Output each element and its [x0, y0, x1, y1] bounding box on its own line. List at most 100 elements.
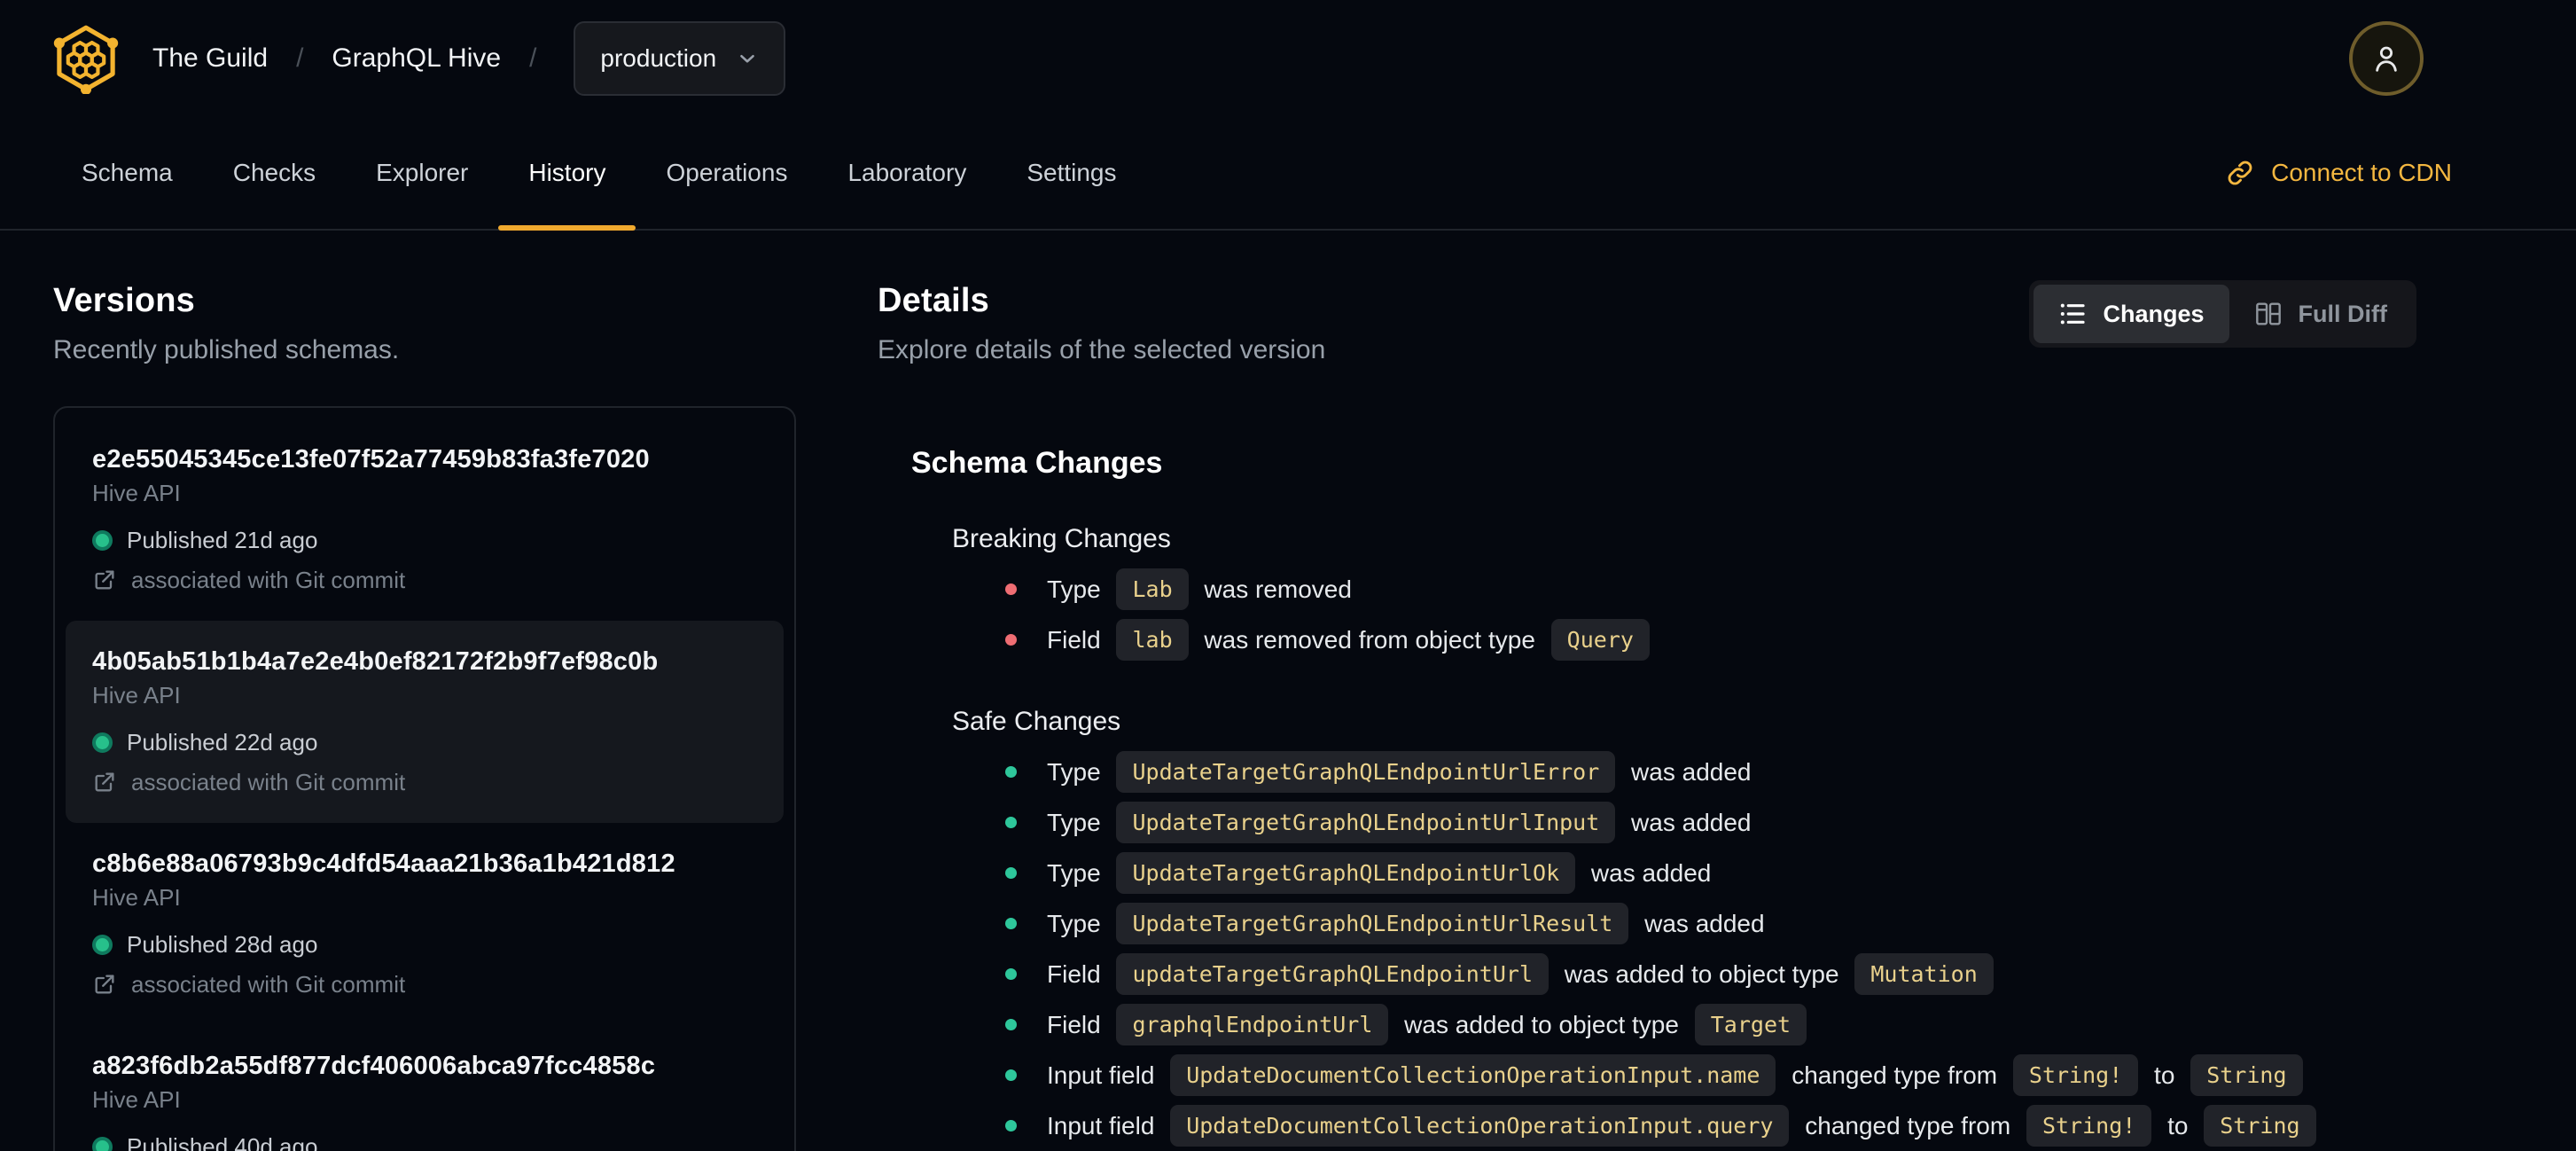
connect-to-cdn-link[interactable]: Connect to CDN	[2225, 117, 2452, 229]
version-list: e2e55045345ce13fe07f52a77459b83fa3fe7020…	[53, 406, 796, 1151]
change-description: Type UpdateTargetGraphQLEndpointUrlError…	[1047, 751, 1752, 793]
version-publish-status: Published 22d ago	[92, 728, 757, 756]
nav-tab[interactable]: Checks	[203, 117, 346, 229]
change-text: was added	[1584, 858, 1712, 887]
nav-tab[interactable]: History	[498, 117, 636, 231]
nav-tab[interactable]: Operations	[636, 117, 817, 229]
schema-coordinate-badge: UpdateTargetGraphQLEndpointUrlOk	[1116, 852, 1576, 894]
view-toggle-group: Changes Full Diff	[2029, 280, 2416, 348]
external-link-icon	[95, 975, 114, 994]
change-text: was added to object type	[1557, 959, 1846, 988]
version-publish-status: Published 28d ago	[92, 930, 757, 959]
connect-to-cdn-label: Connect to CDN	[2271, 159, 2452, 186]
schema-change-item: Type UpdateTargetGraphQLEndpointUrlError…	[1005, 747, 2523, 797]
version-commit-hash: a823f6db2a55df877dcf406006abca97fcc4858c	[92, 1052, 656, 1080]
schema-coordinate-badge: String!	[2026, 1105, 2152, 1147]
breaking-changes-title: Breaking Changes	[952, 524, 1171, 553]
change-text: Field	[1047, 625, 1108, 654]
change-text: was removed	[1197, 575, 1352, 603]
top-bar: The Guild / GraphQL Hive / production	[0, 0, 2576, 117]
split-columns-icon	[2255, 302, 2281, 325]
breadcrumb-org[interactable]: The Guild	[152, 43, 268, 74]
change-description: Field graphqlEndpointUrl was added to ob…	[1047, 1004, 1815, 1045]
published-label: Published 40d ago	[127, 1133, 318, 1151]
safe-changes-list: Type UpdateTargetGraphQLEndpointUrlError…	[952, 747, 2523, 1151]
schema-coordinate-badge: graphqlEndpointUrl	[1116, 1004, 1389, 1045]
published-status-dot	[92, 1136, 113, 1151]
schema-changes-title: Schema Changes	[911, 446, 1163, 480]
version-list-item[interactable]: 4b05ab51b1b4a7e2e4b0ef82172f2b9f7ef98c0b…	[66, 621, 784, 823]
nav-tab[interactable]: Explorer	[346, 117, 498, 229]
change-text: Type	[1047, 757, 1108, 786]
details-heading-block: Details Explore details of the selected …	[878, 280, 1325, 367]
changes-view-button[interactable]: Changes	[2033, 285, 2229, 343]
schema-coordinate-badge: UpdateDocumentCollectionOperationInput.q…	[1170, 1105, 1790, 1147]
nav-tab-label: Explorer	[376, 159, 469, 186]
primary-nav: Schema Checks Explorer History Operation…	[51, 117, 1147, 231]
version-commit-hash: e2e55045345ce13fe07f52a77459b83fa3fe7020	[92, 445, 650, 474]
schema-change-item: Type Lab was removed	[1005, 564, 2523, 615]
schema-change-item: Type UpdateTargetGraphQLEndpointUrlInput…	[1005, 797, 2523, 848]
change-text: Field	[1047, 959, 1108, 988]
chevron-down-icon	[740, 54, 754, 63]
version-list-item[interactable]: a823f6db2a55df877dcf406006abca97fcc4858c…	[66, 1025, 784, 1151]
version-list-item[interactable]: c8b6e88a06793b9c4dfd54aaa21b36a1b421d812…	[66, 823, 784, 1025]
full-diff-view-label: Full Diff	[2298, 300, 2387, 327]
change-text: Field	[1047, 1010, 1108, 1038]
change-description: Input field UpdateDocumentCollectionOper…	[1047, 1054, 2312, 1096]
nav-tab[interactable]: Settings	[996, 117, 1146, 229]
schema-coordinate-badge: lab	[1116, 619, 1189, 661]
nav-tab[interactable]: Laboratory	[817, 117, 996, 229]
external-link-icon	[95, 772, 114, 792]
change-text: Type	[1047, 858, 1108, 887]
nav-tab[interactable]: Schema	[51, 117, 203, 229]
change-text: Type	[1047, 575, 1108, 603]
breadcrumb-project[interactable]: GraphQL Hive	[332, 43, 501, 74]
details-header: Details Explore details of the selected …	[878, 280, 2523, 367]
version-service-name: Hive API	[92, 682, 181, 709]
change-text: was added	[1624, 757, 1752, 786]
user-avatar-button[interactable]	[2349, 21, 2424, 96]
nav-tab-label: History	[528, 159, 606, 186]
change-description: Type UpdateTargetGraphQLEndpointUrlInput…	[1047, 802, 1752, 843]
git-commit-link[interactable]: associated with Git commit	[92, 566, 757, 594]
change-text: Type	[1047, 909, 1108, 937]
safe-changes-title: Safe Changes	[952, 707, 1121, 736]
published-status-dot	[92, 529, 113, 551]
versions-panel: Versions Recently published schemas. e2e…	[53, 280, 796, 1151]
version-service-name: Hive API	[92, 884, 181, 911]
version-list-item[interactable]: e2e55045345ce13fe07f52a77459b83fa3fe7020…	[66, 419, 784, 621]
target-selector-dropdown[interactable]: production	[574, 21, 786, 96]
schema-change-item: Input field UpdateDocumentCollectionOper…	[1005, 1050, 2523, 1100]
version-service-name: Hive API	[92, 480, 181, 506]
git-commit-label: associated with Git commit	[131, 971, 406, 998]
published-label: Published 28d ago	[127, 931, 318, 958]
change-description: Field lab was removed from object type Q…	[1047, 619, 1659, 661]
schema-coordinate-badge: String	[2204, 1105, 2316, 1147]
full-diff-view-button[interactable]: Full Diff	[2229, 285, 2412, 343]
git-commit-link[interactable]: associated with Git commit	[92, 768, 757, 796]
change-description: Type Lab was removed	[1047, 568, 1352, 610]
schema-change-item: Field graphqlEndpointUrl was added to ob…	[1005, 999, 2523, 1050]
schema-coordinate-badge: UpdateDocumentCollectionOperationInput.n…	[1170, 1054, 1776, 1096]
change-bullet-dot	[1005, 1019, 1017, 1030]
schema-coordinate-badge: UpdateTargetGraphQLEndpointUrlResult	[1116, 903, 1629, 944]
version-service-name: Hive API	[92, 1086, 181, 1113]
nav-tab-label: Laboratory	[847, 159, 967, 186]
breaking-changes-list: Type Lab was removed Field lab was remov…	[952, 564, 2523, 665]
schema-change-item: Field updateTargetGraphQLEndpointUrl was…	[1005, 949, 2523, 999]
schema-coordinate-badge: Lab	[1116, 568, 1189, 610]
change-text: was added to object type	[1397, 1010, 1686, 1038]
change-text: was added	[1637, 909, 1765, 937]
change-bullet-dot	[1005, 918, 1017, 929]
version-commit-hash: c8b6e88a06793b9c4dfd54aaa21b36a1b421d812	[92, 850, 675, 878]
git-commit-link[interactable]: associated with Git commit	[92, 970, 757, 998]
change-text: Input field	[1047, 1061, 1162, 1089]
schema-change-item: Type UpdateTargetGraphQLEndpointUrlOk wa…	[1005, 848, 2523, 898]
nav-tab-label: Settings	[1026, 159, 1117, 186]
versions-subtitle: Recently published schemas.	[53, 335, 400, 364]
change-bullet-dot	[1005, 766, 1017, 778]
link-icon	[2228, 161, 2252, 185]
schema-change-item: Type UpdateTargetGraphQLEndpointUrlResul…	[1005, 898, 2523, 949]
schema-coordinate-badge: UpdateTargetGraphQLEndpointUrlInput	[1116, 802, 1616, 843]
